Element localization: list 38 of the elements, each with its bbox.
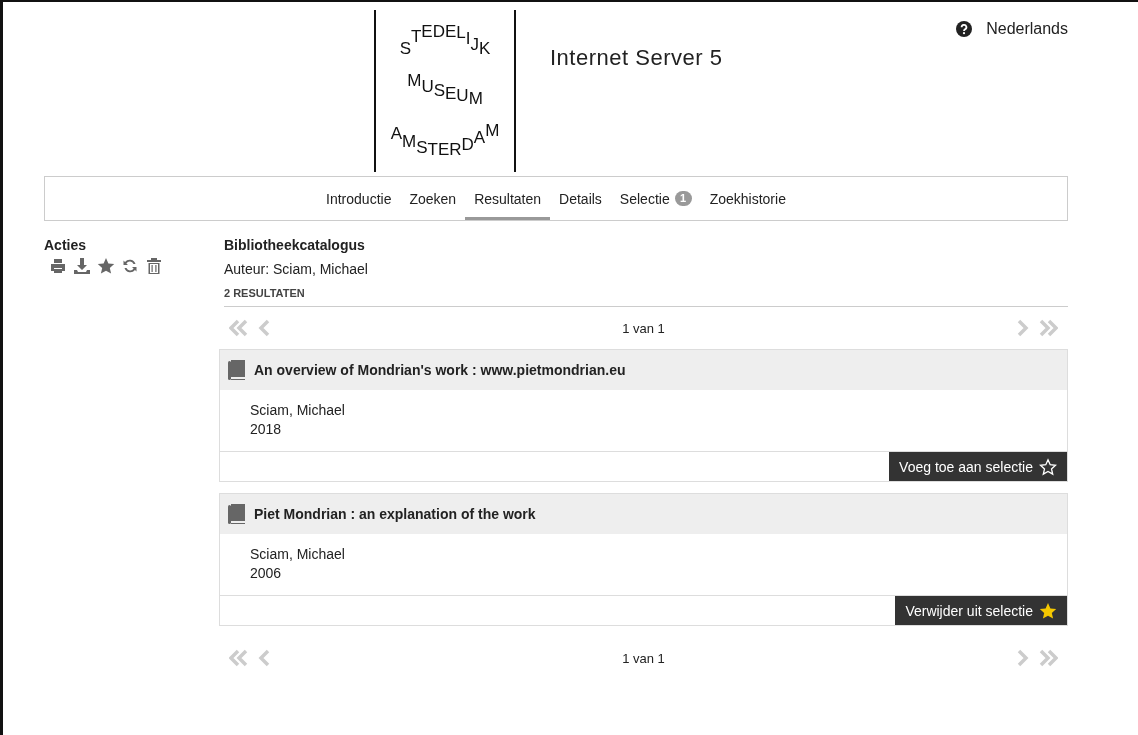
language-link[interactable]: Nederlands [986,20,1068,38]
help-icon[interactable] [956,21,973,37]
sidebar-title: Acties [44,237,88,253]
result-count: 2 RESULTATEN [224,287,1068,307]
year-text: 2006 [250,564,283,583]
nav-tab[interactable]: Zoekhistorie [700,177,795,220]
nav-tab[interactable]: Selectie 1 [610,177,701,220]
search-query: Auteur: Sciam, Michael [224,261,369,277]
page-indicator: 1 van 1 [622,320,665,336]
last-page-icon[interactable] [1038,648,1058,668]
nav-tab[interactable]: Introductie [317,177,401,220]
download-icon[interactable] [73,257,91,275]
star-icon[interactable] [97,257,115,275]
count-badge: 1 [674,191,692,206]
print-icon[interactable] [49,257,67,275]
catalog-title: Bibliotheekcatalogus [224,237,366,253]
logo-text: AMSTERDAM [390,122,500,159]
refresh-icon[interactable] [121,257,139,275]
nav-tab[interactable]: Zoeken [400,177,466,220]
author-text: Sciam, Michael [250,401,346,420]
book-icon [228,504,245,524]
trash-icon[interactable] [145,257,163,275]
result-title-link[interactable]: Piet Mondrian : an explanation of the work [254,506,536,522]
first-page-icon[interactable] [229,648,249,668]
remove-from-selection-button[interactable]: Verwijder uit selectie [895,596,1067,625]
result-title-link[interactable]: An overview of Mondrian's work : www.pietmondrian.eu [254,362,626,378]
author-text: Sciam, Michael [250,545,346,564]
logo-text: STEDELIJK [399,23,491,58]
year-text: 2018 [250,420,283,439]
logo-text: MUSEUM [407,72,483,108]
book-icon [228,360,245,380]
last-page-icon[interactable] [1038,318,1058,338]
nav-tab[interactable]: Details [550,177,611,220]
site-title: Internet Server 5 [550,45,723,71]
first-page-icon[interactable] [229,318,249,338]
page-indicator: 1 van 1 [622,650,665,666]
add-to-selection-button[interactable]: Voeg toe aan selectie [889,452,1067,481]
nav-tab[interactable]: Resultaten [465,177,551,220]
